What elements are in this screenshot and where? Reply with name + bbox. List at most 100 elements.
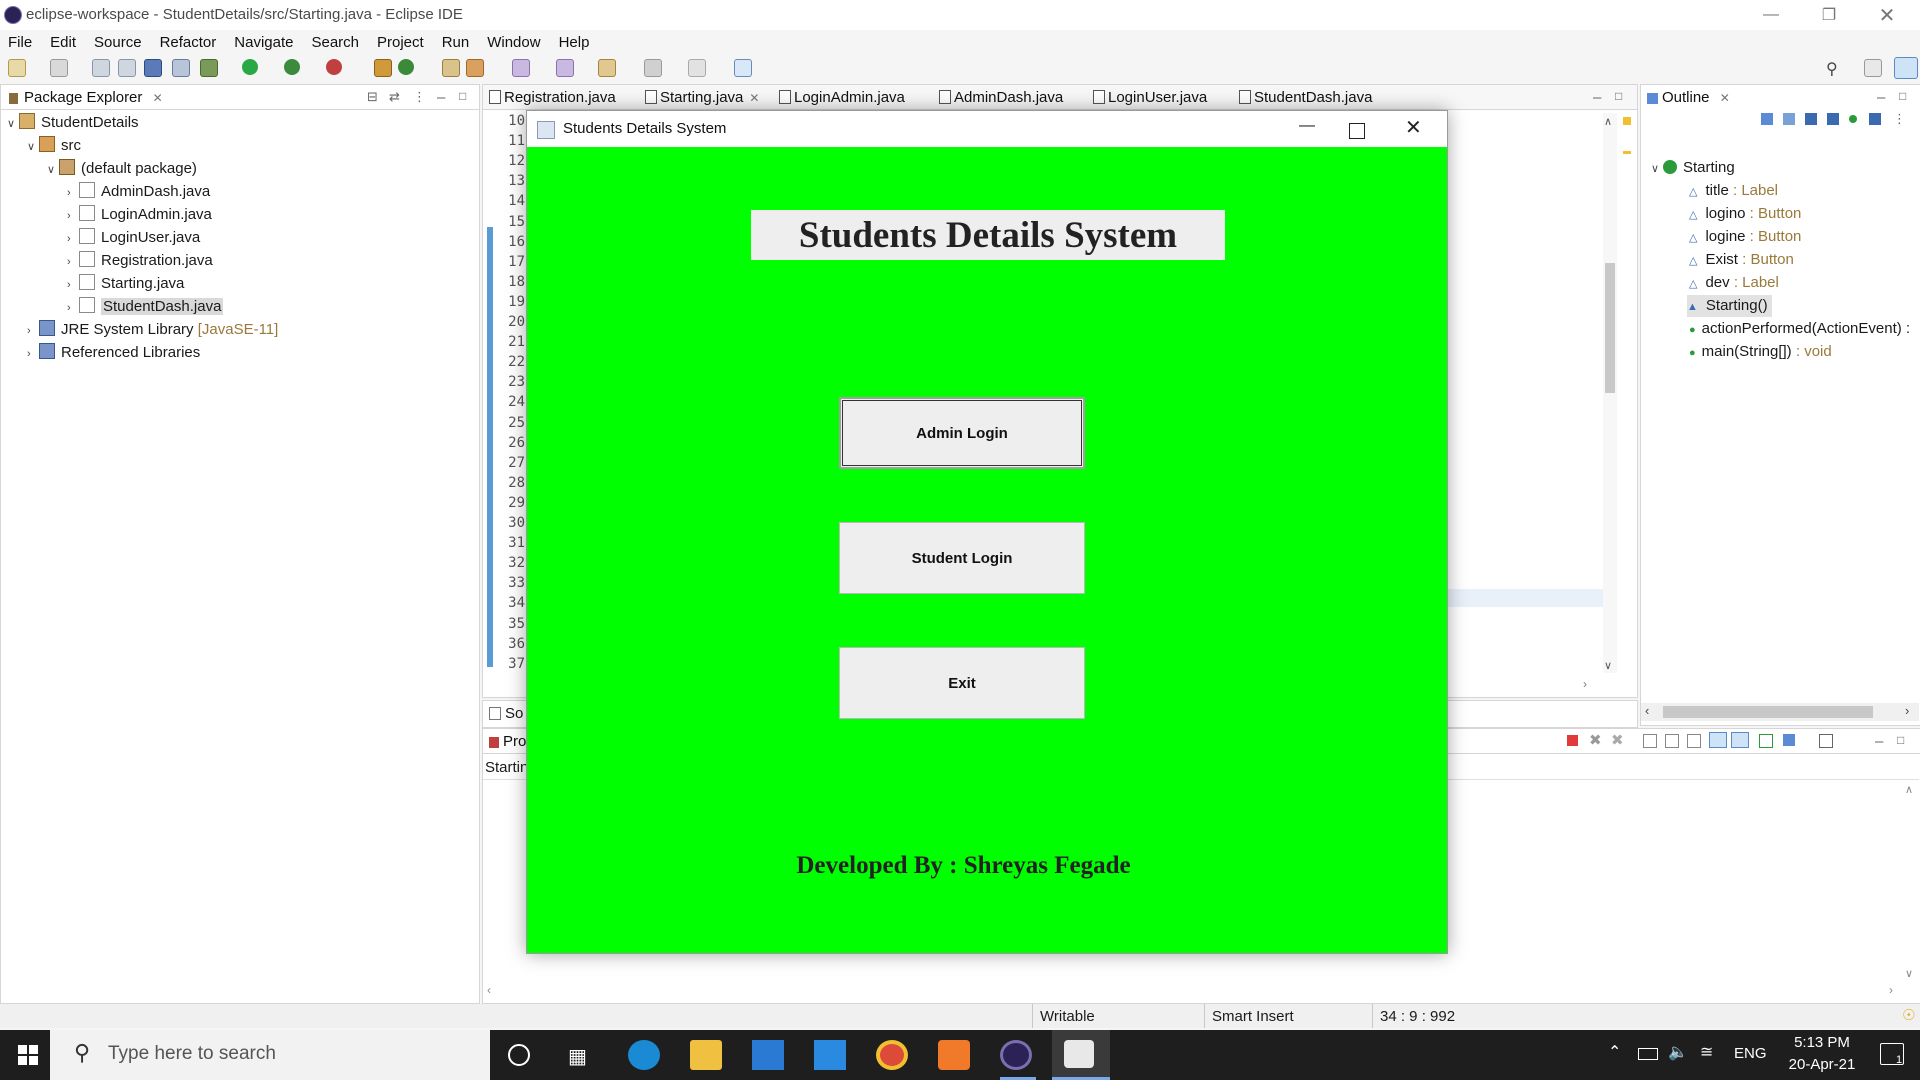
menu-help[interactable]: Help [550,34,599,51]
tree-file[interactable]: › LoginUser.java [67,227,200,249]
back-icon[interactable] [644,59,662,77]
close-button[interactable]: ✕ [1858,0,1916,30]
close-tab-icon[interactable]: ✕ [749,91,759,105]
edge-icon[interactable] [628,1040,660,1070]
problems-tab[interactable]: Pro [489,733,526,750]
outline-member[interactable]: △ logine : Button [1689,226,1801,248]
tree-jre-library[interactable]: › JRE System Library [JavaSE-11] [27,319,278,341]
windows-start-icon[interactable] [18,1045,38,1065]
hide-static-icon[interactable] [1827,113,1839,125]
minimize-panel-icon[interactable]: – [437,89,445,106]
clock-time[interactable]: 5:13 PM [1784,1034,1860,1051]
new-java-package-icon[interactable] [374,59,392,77]
menu-file[interactable]: File [0,34,41,51]
outline-member-selected[interactable]: ▲ Starting() [1687,295,1772,317]
menu-source[interactable]: Source [85,34,151,51]
admin-login-button[interactable]: Admin Login [839,397,1085,469]
close-button[interactable]: ✕ [1405,115,1422,140]
close-tab-icon[interactable]: ✕ [153,91,163,105]
minimize-panel-icon[interactable]: – [1593,89,1601,106]
save-all-icon[interactable] [118,59,136,77]
scrollbar-thumb[interactable] [1663,706,1873,718]
remove-all-icon[interactable]: ✖ [1611,731,1624,749]
java-perspective-icon[interactable] [1894,57,1918,79]
restore-button[interactable]: ❐ [1800,0,1858,30]
show-stderr-icon[interactable] [1731,732,1749,748]
open-type-icon[interactable] [442,59,460,77]
save-icon[interactable] [92,59,110,77]
hide-fields-icon[interactable] [1805,113,1817,125]
cortana-icon[interactable] [508,1044,530,1066]
tree-referenced-libraries[interactable]: › Referenced Libraries [27,342,200,364]
link-editor-icon[interactable]: ⇄ [389,89,400,105]
exit-button[interactable]: Exit [839,647,1085,719]
java-app-button[interactable] [1052,1030,1110,1080]
outline-member[interactable]: ● actionPerformed(ActionEvent) : [1689,318,1910,340]
tree-src[interactable]: ∨ src [27,135,81,157]
vertical-scrollbar[interactable]: ∧ ∨ [1603,113,1617,673]
console-vscrollbar[interactable]: ∧ ∨ [1903,783,1917,983]
pin-editor-icon[interactable] [734,59,752,77]
taskbar-search-box[interactable]: ⚲ Type here to search [50,1030,490,1080]
tree-file[interactable]: › LoginAdmin.java [67,204,212,226]
scroll-down-icon[interactable]: ∨ [1905,967,1913,980]
battery-icon[interactable] [1638,1048,1658,1060]
mail-icon[interactable] [814,1040,846,1070]
wifi-icon[interactable]: ≅ [1700,1042,1713,1062]
display-console-icon[interactable] [1783,734,1795,746]
chrome-icon[interactable] [876,1040,908,1070]
menu-project[interactable]: Project [368,34,433,51]
outline-root[interactable]: ∨ Starting [1651,157,1735,179]
coverage-icon[interactable] [284,59,300,75]
clock-date[interactable]: 20-Apr-21 [1772,1056,1872,1073]
minimize-button[interactable]: — [1742,0,1800,30]
sort-icon[interactable] [1783,113,1795,125]
menu-navigate[interactable]: Navigate [225,34,302,51]
eclipse-taskbar-icon[interactable] [1000,1040,1032,1070]
view-menu-icon[interactable]: ⋮ [1893,111,1906,127]
scroll-up-icon[interactable]: ∧ [1905,783,1913,796]
scroll-right-icon[interactable]: › [1583,677,1587,691]
maximize-panel-icon[interactable]: □ [1897,733,1904,747]
show-hidden-icons-icon[interactable]: ⌃ [1608,1042,1621,1062]
minimize-button[interactable]: — [1299,117,1315,135]
maximize-panel-icon[interactable]: □ [459,89,466,103]
scroll-down-icon[interactable]: ∨ [1604,659,1612,672]
open-perspective-icon[interactable] [1864,59,1882,77]
language-indicator[interactable]: ENG [1734,1045,1767,1062]
editor-tab[interactable]: AdminDash.java [939,89,1063,106]
open-console-icon[interactable] [1819,734,1833,748]
xampp-icon[interactable] [938,1040,970,1070]
tree-file[interactable]: › AdminDash.java [67,181,210,203]
show-stdout-icon[interactable] [1709,732,1727,748]
tree-file-selected[interactable]: › StudentDash.java [67,296,224,318]
forward-icon[interactable] [688,59,706,77]
editor-tab[interactable]: LoginAdmin.java [779,89,905,106]
overview-marker[interactable] [1623,151,1631,154]
menu-window[interactable]: Window [478,34,549,51]
lightbulb-icon[interactable]: ☉ [1902,1006,1915,1024]
tree-file[interactable]: › Starting.java [67,273,184,295]
collapse-all-icon[interactable]: ⊟ [367,89,378,105]
skip-breakpoints-icon[interactable] [172,59,190,77]
scroll-up-icon[interactable]: ∧ [1604,115,1612,128]
scroll-left-icon[interactable]: ‹ [1645,703,1649,718]
editor-tab[interactable]: Registration.java [489,89,616,106]
overview-marker[interactable] [1623,117,1631,125]
new-java-class-icon[interactable] [398,59,414,75]
hide-local-types-icon[interactable] [1869,113,1881,125]
file-explorer-icon[interactable] [690,1040,722,1070]
editor-tab[interactable]: LoginUser.java [1093,89,1207,106]
remove-launch-icon[interactable]: ✖ [1589,731,1602,749]
word-wrap-icon[interactable] [1687,734,1701,748]
tree-file[interactable]: › Registration.java [67,250,213,272]
run-icon[interactable] [242,59,258,75]
scroll-left-icon[interactable]: ‹ [487,983,491,997]
outline-hscrollbar[interactable]: ‹ › [1641,703,1919,721]
minimize-panel-icon[interactable]: – [1877,89,1885,106]
store-icon[interactable] [752,1040,784,1070]
package-explorer-tab[interactable]: Package Explorer ✕ [9,89,163,106]
outline-tab[interactable]: Outline ✕ [1647,89,1730,106]
outline-member[interactable]: ● main(String[]) : void [1689,341,1832,363]
external-tools-icon[interactable] [326,59,342,75]
